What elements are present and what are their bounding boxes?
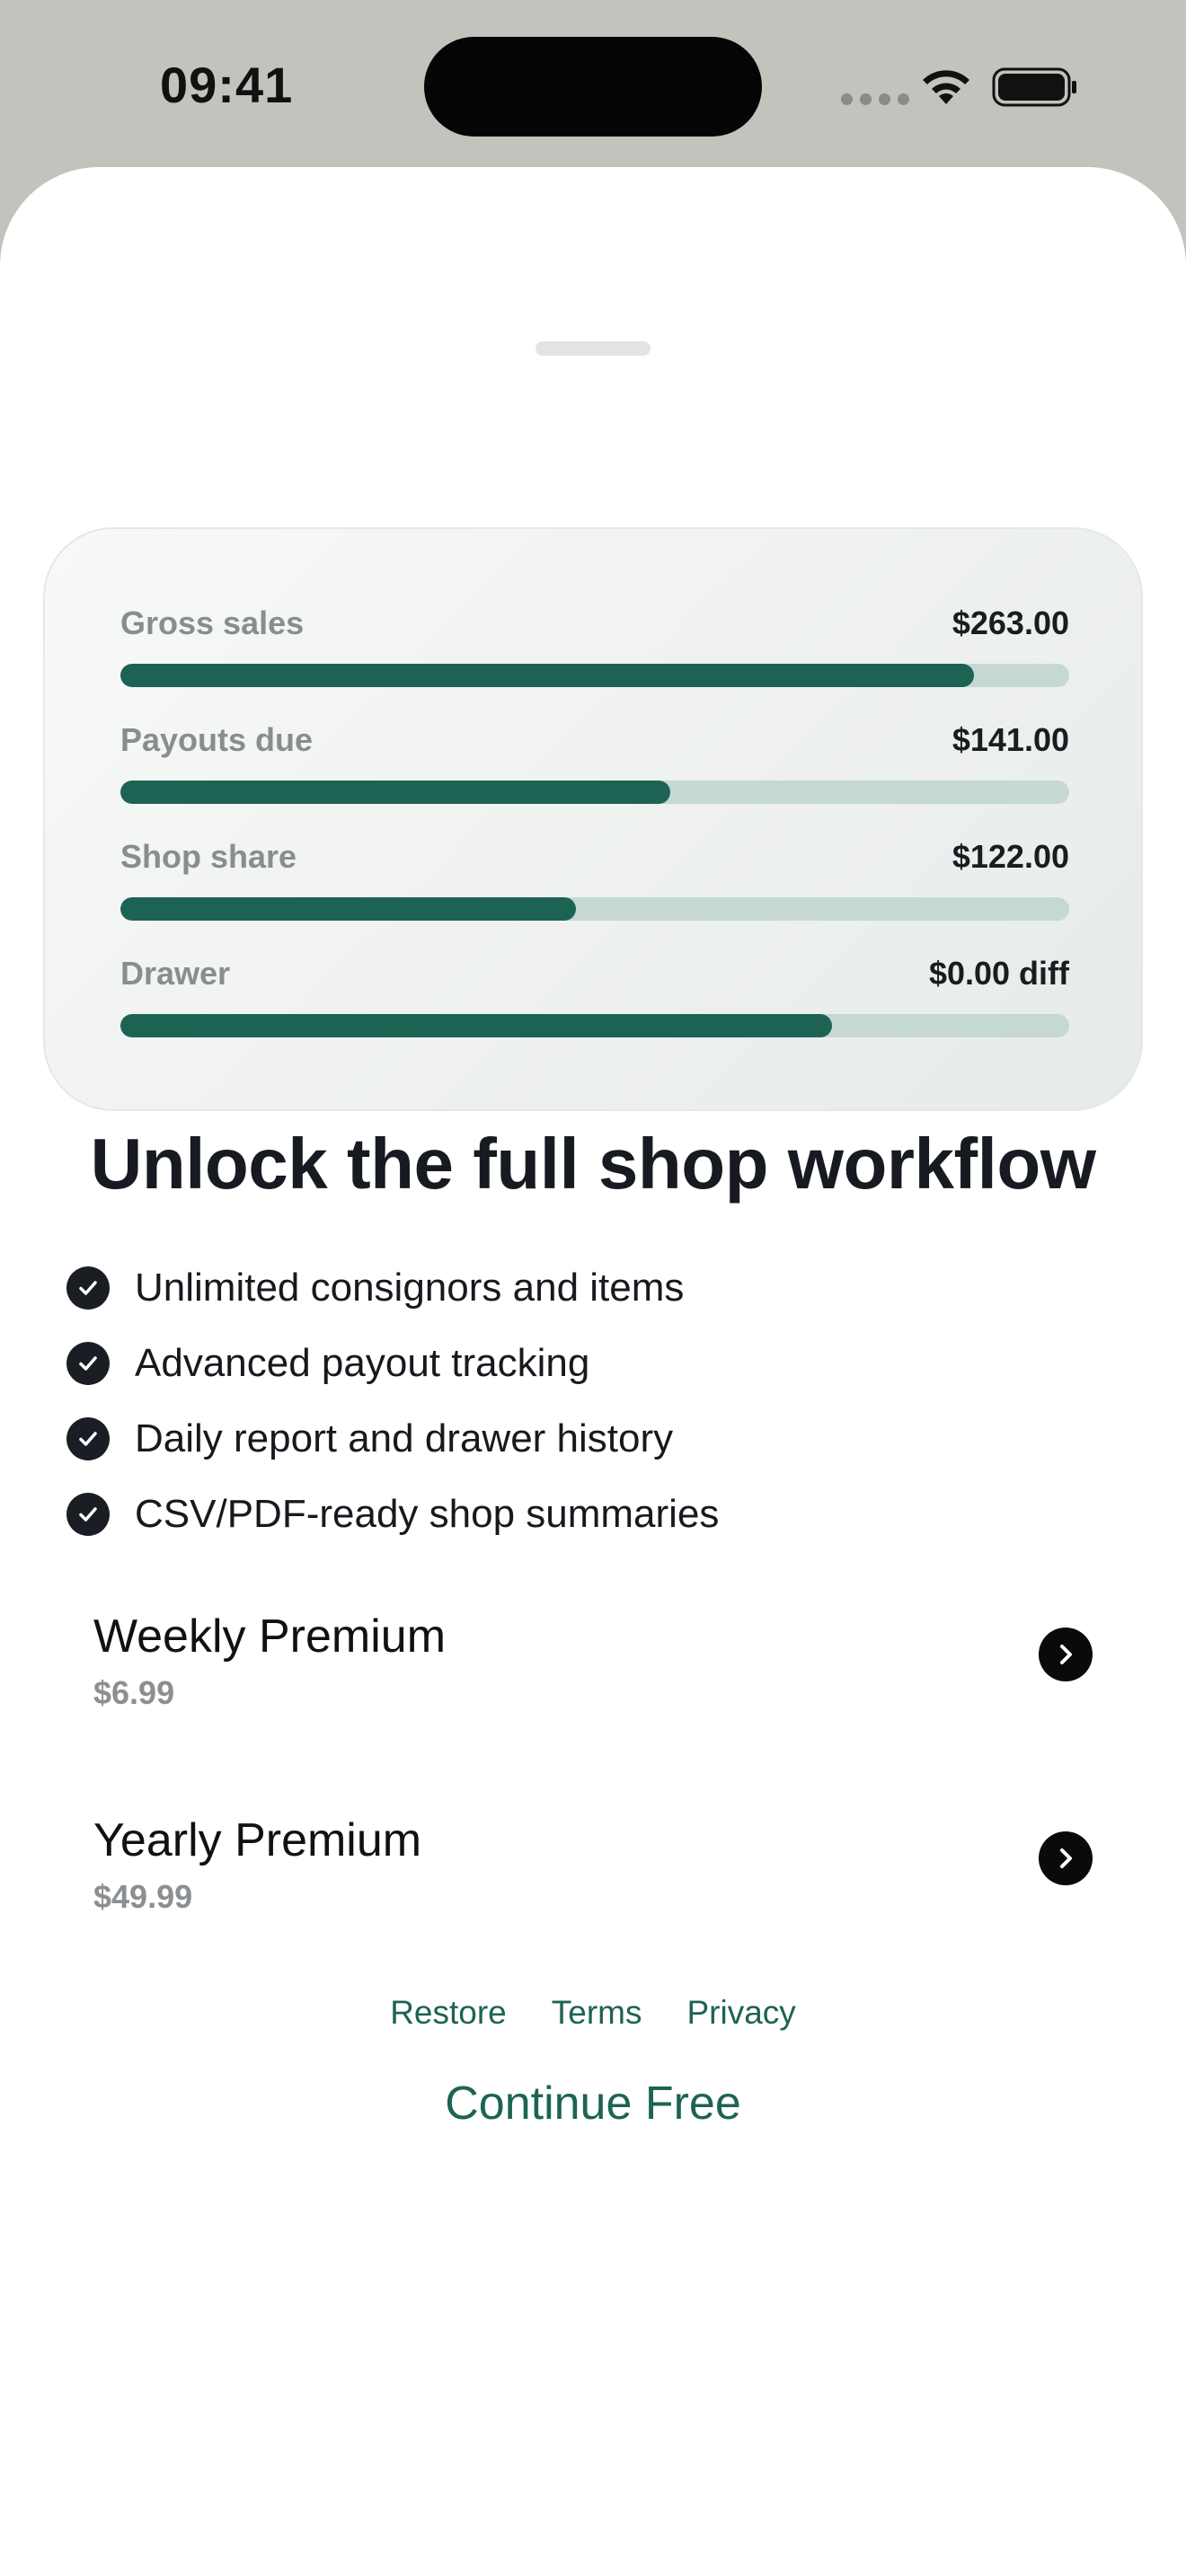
plan-name: Yearly Premium	[93, 1814, 422, 1866]
feature-item: Unlimited consignors and items	[66, 1250, 719, 1326]
dynamic-island	[424, 37, 762, 137]
feature-item: CSV/PDF-ready shop summaries	[66, 1477, 719, 1552]
terms-link[interactable]: Terms	[552, 1994, 642, 2032]
plan-price: $49.99	[93, 1878, 193, 1915]
feature-text: Unlimited consignors and items	[135, 1266, 685, 1310]
continue-free-button[interactable]: Continue Free	[0, 2077, 1186, 2130]
metric-progress-fill	[120, 664, 975, 687]
feature-text: CSV/PDF-ready shop summaries	[135, 1492, 720, 1536]
battery-icon	[992, 67, 1076, 107]
metric-progress-track	[120, 897, 1069, 921]
feature-list: Unlimited consignors and items Advanced …	[66, 1250, 719, 1552]
summary-card: Gross sales $263.00 Payouts due $141.00 …	[43, 527, 1143, 1111]
wifi-icon	[923, 70, 969, 104]
footer-links: Restore Terms Privacy	[0, 1994, 1186, 2032]
checkmark-circle-icon	[66, 1493, 110, 1536]
checkmark-circle-icon	[66, 1266, 110, 1310]
status-bar: 09:41	[0, 0, 1186, 167]
feature-item: Advanced payout tracking	[66, 1326, 719, 1401]
metric-value: $0.00 diff	[928, 955, 1069, 992]
plan-yearly-premium[interactable]: Yearly Premium $49.99	[93, 1813, 1093, 1948]
feature-item: Daily report and drawer history	[66, 1401, 719, 1477]
metric-progress-fill	[120, 781, 671, 804]
plan-price: $6.99	[93, 1674, 175, 1711]
plan-name: Weekly Premium	[93, 1610, 447, 1663]
plan-weekly-premium[interactable]: Weekly Premium $6.99	[93, 1610, 1093, 1744]
chevron-right-circle-icon[interactable]	[1039, 1831, 1093, 1885]
metric-value: $141.00	[951, 721, 1069, 758]
sheet-grabber[interactable]	[535, 341, 651, 356]
metric-progress-fill	[120, 897, 576, 921]
privacy-link[interactable]: Privacy	[686, 1994, 795, 2032]
chevron-right-circle-icon[interactable]	[1039, 1628, 1093, 1681]
metric-label: Payouts due	[120, 721, 314, 758]
metric-value: $122.00	[951, 838, 1069, 875]
metric-progress-track	[120, 664, 1069, 687]
metric-label: Shop share	[120, 838, 297, 875]
status-time: 09:41	[160, 57, 294, 113]
metric-progress-track	[120, 781, 1069, 804]
feature-text: Advanced payout tracking	[135, 1341, 590, 1385]
restore-link[interactable]: Restore	[390, 1994, 507, 2032]
metric-label: Gross sales	[120, 604, 305, 641]
feature-text: Daily report and drawer history	[135, 1416, 674, 1460]
metric-progress-track	[120, 1014, 1069, 1037]
paywall-headline: Unlock the full shop workflow	[90, 1124, 1096, 1204]
metric-progress-fill	[120, 1014, 832, 1037]
cellular-signal-icon	[841, 93, 909, 105]
checkmark-circle-icon	[66, 1417, 110, 1460]
metric-value: $263.00	[951, 604, 1069, 641]
checkmark-circle-icon	[66, 1342, 110, 1385]
metric-label: Drawer	[120, 955, 231, 992]
